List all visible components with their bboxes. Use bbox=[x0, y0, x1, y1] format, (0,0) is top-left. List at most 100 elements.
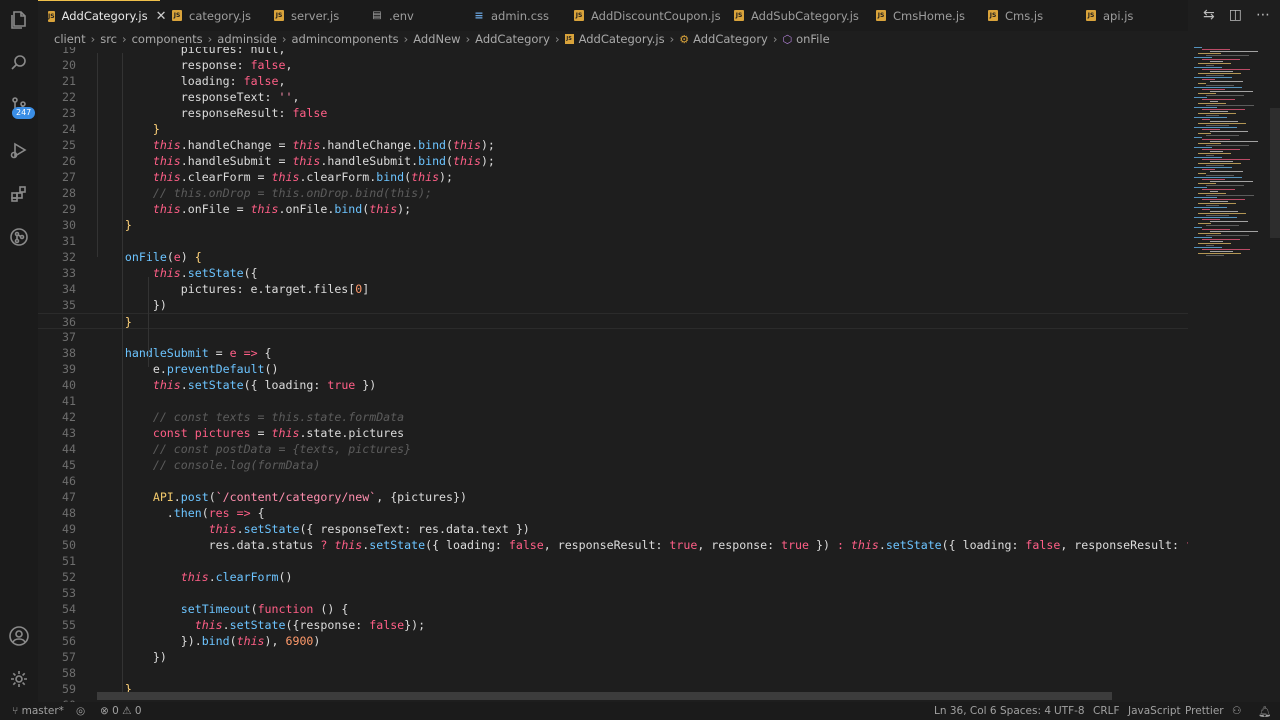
code-line[interactable]: 30 } bbox=[38, 217, 1188, 233]
notifications-icon[interactable]: 🔔︎ bbox=[1258, 705, 1271, 718]
line-number: 54 bbox=[62, 602, 76, 616]
more-actions-icon[interactable]: ⋯ bbox=[1256, 7, 1270, 23]
tab-addsubcategory-js[interactable]: JS AddSubCategory.js bbox=[734, 0, 859, 31]
breadcrumb-item[interactable]: AddCategory bbox=[475, 32, 550, 46]
minimap[interactable] bbox=[1190, 47, 1270, 267]
tab-category-js[interactable]: JS category.js bbox=[172, 0, 251, 31]
code-line[interactable]: 55 this.setState({response: false}); bbox=[38, 617, 1188, 633]
minimap-line bbox=[1194, 247, 1222, 248]
code-text: }).bind(this), 6900) bbox=[97, 633, 321, 649]
code-token: res.data.status bbox=[97, 538, 321, 552]
code-line[interactable]: 51 bbox=[38, 553, 1188, 569]
code-line[interactable]: 42 // const texts = this.state.formData bbox=[38, 409, 1188, 425]
code-line[interactable]: 44 // const postData = {texts, pictures} bbox=[38, 441, 1188, 457]
code-line[interactable]: 58 bbox=[38, 665, 1188, 681]
code-line[interactable]: 33 this.setState({ bbox=[38, 265, 1188, 281]
breadcrumb-item[interactable]: adminside bbox=[217, 32, 277, 46]
close-icon[interactable]: ✕ bbox=[156, 9, 167, 24]
formatter[interactable]: Prettier bbox=[1185, 705, 1224, 717]
minimap-line bbox=[1198, 133, 1211, 134]
language-mode[interactable]: JavaScript bbox=[1128, 705, 1181, 717]
code-line[interactable]: 56 }).bind(this), 6900) bbox=[38, 633, 1188, 649]
code-line[interactable]: 39 e.preventDefault() bbox=[38, 361, 1188, 377]
line-endings[interactable]: CRLF bbox=[1093, 705, 1120, 717]
run-debug-icon[interactable] bbox=[7, 138, 31, 162]
code-token: true bbox=[781, 538, 810, 552]
horizontal-scrollbar[interactable] bbox=[97, 692, 1112, 700]
code-line[interactable]: 31 bbox=[38, 233, 1188, 249]
breadcrumb-item[interactable]: onFile bbox=[796, 32, 830, 46]
code-token: }) bbox=[809, 538, 837, 552]
account-icon[interactable] bbox=[7, 624, 31, 648]
search-icon[interactable] bbox=[7, 51, 31, 75]
code-editor[interactable]: 19 pictures: null, 20 response: false, 21 … bbox=[38, 47, 1188, 702]
code-line[interactable]: 57 }) bbox=[38, 649, 1188, 665]
feedback-icon[interactable]: ⚇ bbox=[1232, 705, 1241, 717]
code-line[interactable]: 25 this.handleChange = this.handleChange… bbox=[38, 137, 1188, 153]
breadcrumb-item[interactable]: admincomponents bbox=[292, 32, 399, 46]
tab-cms-js[interactable]: JS Cms.js bbox=[988, 0, 1043, 31]
indent-guide bbox=[148, 277, 149, 367]
line-number: 24 bbox=[62, 122, 76, 136]
code-line[interactable]: 20 response: false, bbox=[38, 57, 1188, 73]
code-line[interactable]: 26 this.handleSubmit = this.handleSubmit… bbox=[38, 153, 1188, 169]
code-line[interactable]: 54 setTimeout(function () { bbox=[38, 601, 1188, 617]
vertical-scrollbar[interactable] bbox=[1270, 108, 1280, 238]
code-line[interactable]: 36 } bbox=[38, 313, 1188, 329]
code-line[interactable]: 45 // console.log(formData) bbox=[38, 457, 1188, 473]
code-line[interactable]: 27 this.clearForm = this.clearForm.bind(… bbox=[38, 169, 1188, 185]
code-line[interactable]: 50 res.data.status ? this.setState({ loa… bbox=[38, 537, 1188, 553]
code-token: setState bbox=[187, 378, 244, 392]
tab-server-js[interactable]: JS server.js bbox=[274, 0, 339, 31]
breadcrumb-item[interactable]: src bbox=[100, 32, 117, 46]
code-line[interactable]: 38 handleSubmit = e => { bbox=[38, 345, 1188, 361]
breadcrumb-item[interactable]: components bbox=[132, 32, 203, 46]
encoding[interactable]: UTF-8 bbox=[1054, 705, 1085, 717]
code-line[interactable]: 28 // this.onDrop = this.onDrop.bind(thi… bbox=[38, 185, 1188, 201]
code-line[interactable]: 32 onFile(e) { bbox=[38, 249, 1188, 265]
settings-gear-icon[interactable] bbox=[7, 667, 31, 691]
open-changes-icon[interactable]: ⇆ bbox=[1203, 7, 1215, 23]
code-line[interactable]: 43 const pictures = this.state.pictures bbox=[38, 425, 1188, 441]
code-line[interactable]: 41 bbox=[38, 393, 1188, 409]
tab-addcategory-js[interactable]: JS AddCategory.js ✕ bbox=[38, 0, 166, 31]
cursor-position[interactable]: Ln 36, Col 6 bbox=[934, 705, 997, 717]
tab-admin-css[interactable]: ≡ admin.css bbox=[474, 0, 549, 31]
code-line[interactable]: 29 this.onFile = this.onFile.bind(this); bbox=[38, 201, 1188, 217]
code-line[interactable]: 35 }) bbox=[38, 297, 1188, 313]
code-token: } bbox=[152, 122, 160, 136]
branch-indicator[interactable]: ⑂ master* bbox=[12, 705, 64, 717]
minimap-line bbox=[1206, 85, 1234, 86]
code-line[interactable]: 47 API.post(`/content/category/new`, {pi… bbox=[38, 489, 1188, 505]
problems-indicator[interactable]: ⊗ 0 ⚠ 0 bbox=[100, 705, 142, 717]
split-editor-icon[interactable]: ◫ bbox=[1229, 7, 1242, 23]
code-line[interactable]: 23 responseResult: false bbox=[38, 105, 1188, 121]
tab-api-js[interactable]: JS api.js bbox=[1086, 0, 1133, 31]
code-line[interactable]: 19 pictures: null, bbox=[38, 47, 1188, 57]
code-line[interactable]: 53 bbox=[38, 585, 1188, 601]
code-line[interactable]: 21 loading: false, bbox=[38, 73, 1188, 89]
code-line[interactable]: 48 .then(res => { bbox=[38, 505, 1188, 521]
sync-icon[interactable]: ◎ bbox=[76, 705, 85, 717]
code-line[interactable]: 37 bbox=[38, 329, 1188, 345]
breadcrumb-item[interactable]: AddCategory.js bbox=[579, 32, 665, 46]
code-line[interactable]: 46 bbox=[38, 473, 1188, 489]
code-line[interactable]: 52 this.clearForm() bbox=[38, 569, 1188, 585]
line-number: 34 bbox=[62, 282, 76, 296]
tab-env[interactable]: ▤ .env bbox=[372, 0, 414, 31]
tab-cmshome-js[interactable]: JS CmsHome.js bbox=[876, 0, 965, 31]
code-line[interactable]: 40 this.setState({ loading: true }) bbox=[38, 377, 1188, 393]
extensions-icon[interactable] bbox=[7, 182, 31, 206]
breadcrumb-item[interactable]: client bbox=[54, 32, 86, 46]
code-line[interactable]: 49 this.setState({ responseText: res.dat… bbox=[38, 521, 1188, 537]
code-line[interactable]: 34 pictures: e.target.files[0] bbox=[38, 281, 1188, 297]
code-token: ( bbox=[166, 250, 174, 264]
explorer-icon[interactable] bbox=[7, 8, 31, 32]
tab-adddiscountcoupon-js[interactable]: JS AddDiscountCoupon.js bbox=[574, 0, 721, 31]
code-line[interactable]: 22 responseText: '', bbox=[38, 89, 1188, 105]
git-graph-icon[interactable] bbox=[7, 225, 31, 249]
indentation[interactable]: Spaces: 4 bbox=[1000, 705, 1051, 717]
breadcrumb-item[interactable]: AddCategory bbox=[693, 32, 768, 46]
code-line[interactable]: 24 } bbox=[38, 121, 1188, 137]
breadcrumb-item[interactable]: AddNew bbox=[413, 32, 460, 46]
